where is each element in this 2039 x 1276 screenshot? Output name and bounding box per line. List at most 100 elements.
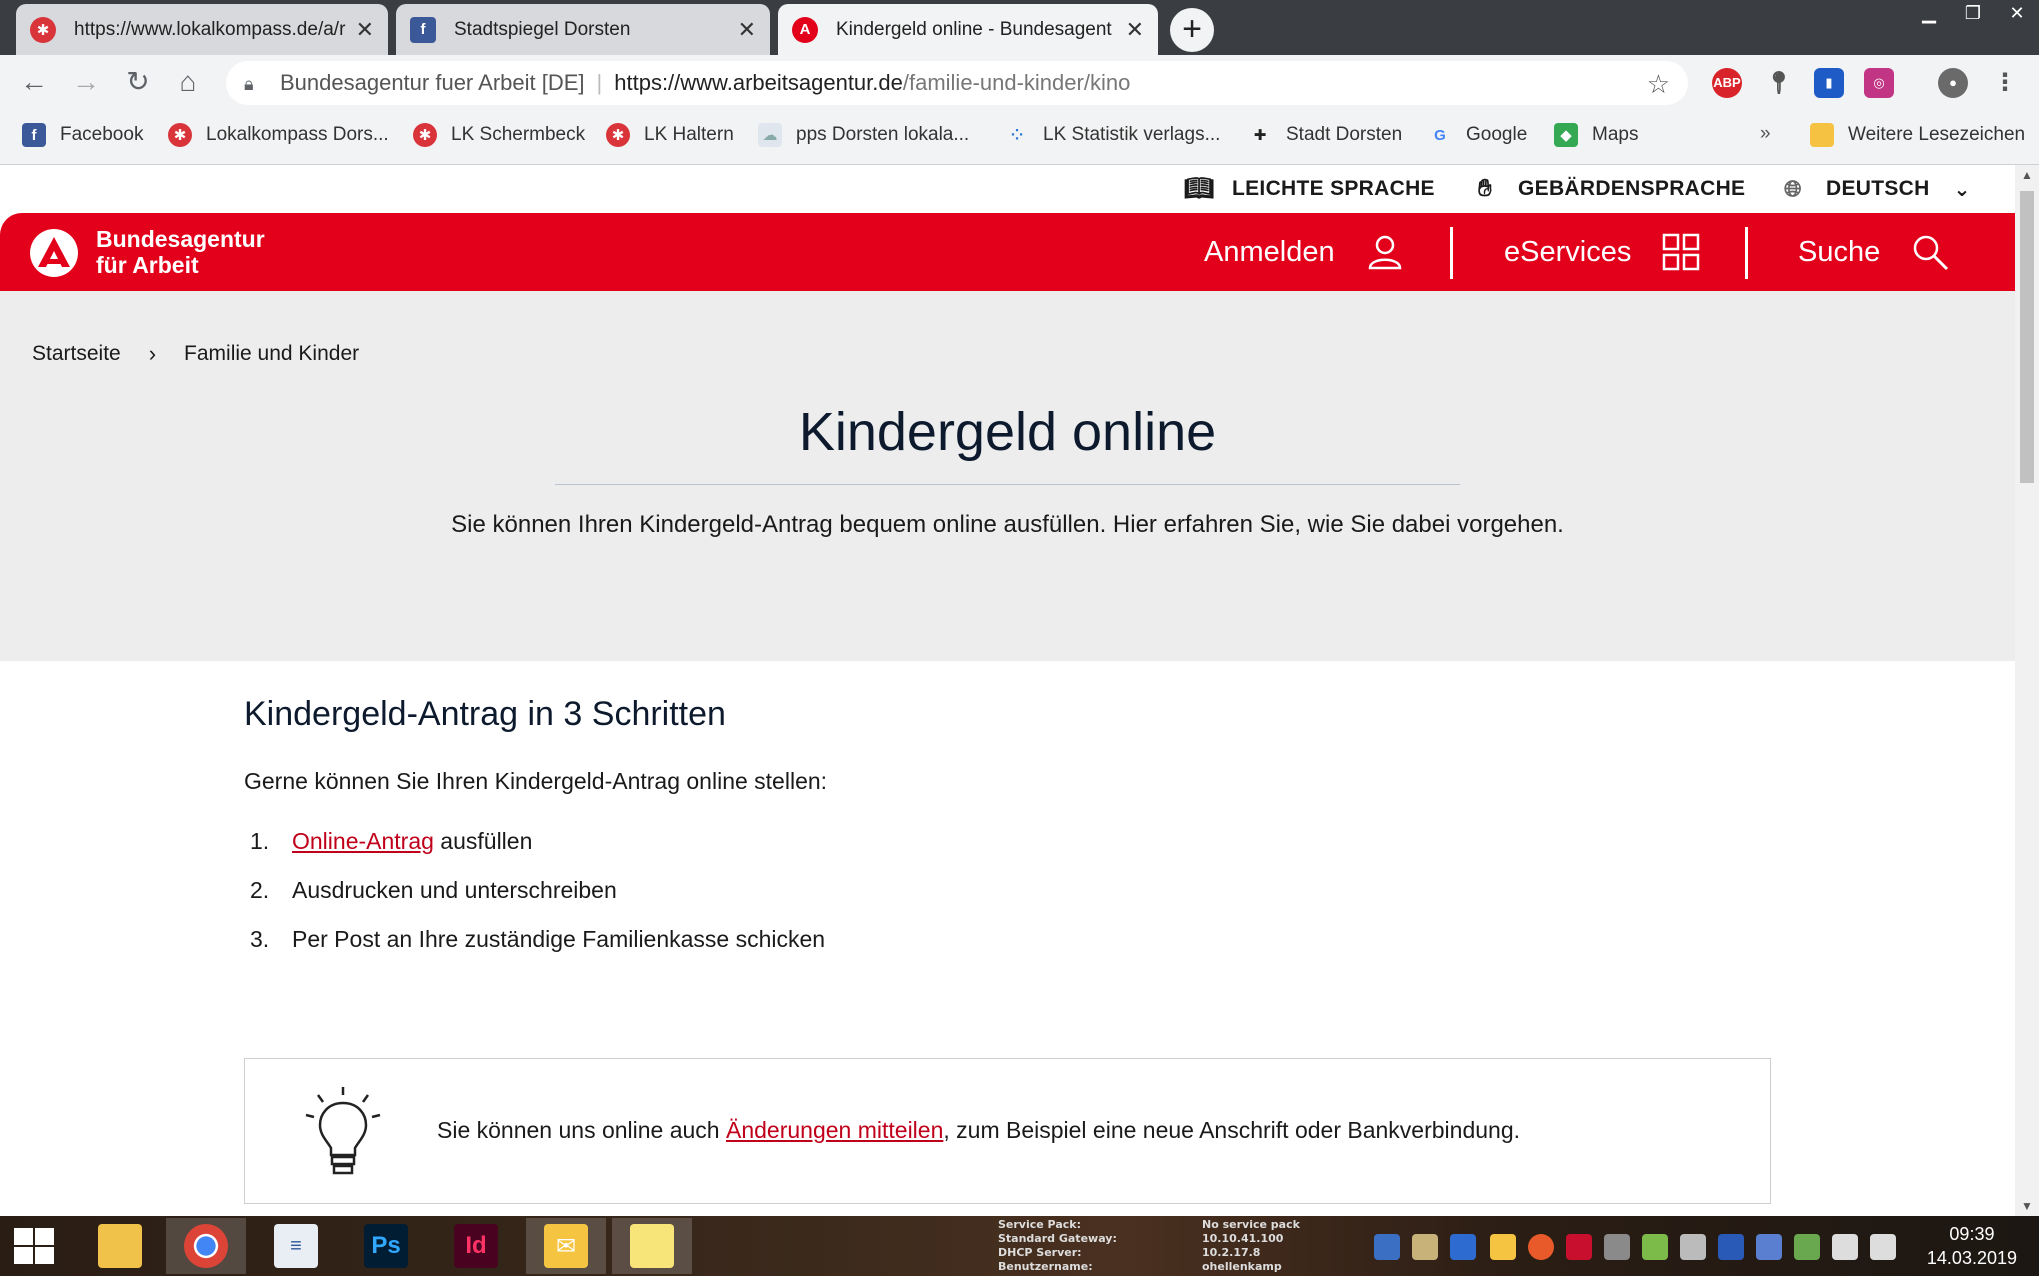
tip-box: Sie können uns online auch Änderungen mi… <box>244 1058 1771 1204</box>
analytics-icon: ⁘ <box>1010 127 1024 144</box>
close-window-icon[interactable]: ✕ <box>1995 0 2039 28</box>
clock-date: 14.03.2019 <box>1926 1248 2017 1268</box>
restore-icon[interactable]: ❐ <box>1951 0 1995 28</box>
sysinfo-label: Benutzername: <box>998 1260 1093 1273</box>
bookmark-lokalkompass[interactable]: ✱ Lokalkompass Dors... <box>168 123 389 147</box>
sysinfo-label: Standard Gateway: <box>998 1232 1117 1245</box>
breadcrumb-current: Familie und Kinder <box>184 342 360 365</box>
tool-icon[interactable] <box>1412 1234 1438 1260</box>
address-bar[interactable]: 🔒︎ Bundesagentur fuer Arbeit [DE] | http… <box>226 61 1688 105</box>
bookmark-star-icon[interactable]: ☆ <box>1647 69 1670 100</box>
bookmark-facebook[interactable]: f Facebook <box>22 123 143 147</box>
bookmark-lk-statistik[interactable]: ⁘ LK Statistik verlags... <box>1005 123 1221 147</box>
tip-text: Sie können uns online auch Änderungen mi… <box>437 1117 1520 1144</box>
address-separator: | <box>596 70 603 95</box>
logo-line-2: für Arbeit <box>96 252 199 278</box>
security-shield-icon[interactable] <box>1566 1234 1592 1260</box>
bookmark-lk-haltern[interactable]: ✱ LK Haltern <box>606 123 734 147</box>
list-item: 1. Online-Antrag ausfüllen <box>244 817 1774 866</box>
scroll-up-icon[interactable]: ▲ <box>2015 165 2039 185</box>
photoshop-button[interactable]: Ps <box>346 1218 426 1274</box>
sync-icon[interactable] <box>1450 1234 1476 1260</box>
scroll-down-icon[interactable]: ▼ <box>2015 1196 2039 1216</box>
notes-icon <box>630 1224 674 1268</box>
adblock-plus-icon[interactable]: ABP <box>1712 68 1742 98</box>
folder-icon <box>98 1224 142 1268</box>
outlook-tray-icon[interactable] <box>1490 1234 1516 1260</box>
step-number: 2. <box>250 877 270 903</box>
changes-link[interactable]: Änderungen mitteilen <box>726 1117 943 1143</box>
logo-text[interactable]: Bundesagentur für Arbeit <box>96 226 265 278</box>
notepad-button[interactable]: ≡ <box>256 1218 336 1274</box>
new-tab-button[interactable]: + <box>1170 8 1214 52</box>
page-scrollbar[interactable]: ▲ ▼ <box>2015 165 2039 1216</box>
indesign-button[interactable]: Id <box>436 1218 516 1274</box>
browser-menu-icon[interactable]: ⋮ <box>1990 68 2020 98</box>
browser-tab-kindergeld[interactable]: A Kindergeld online - Bundesagent ✕ <box>778 4 1158 55</box>
eservices-button[interactable]: eServices <box>1504 213 1701 291</box>
bookmark-lk-schermbeck[interactable]: ✱ LK Schermbeck <box>413 123 585 147</box>
bookmark-stadt-dorsten[interactable]: ✚ Stadt Dorsten <box>1248 123 1402 147</box>
minimize-icon[interactable]: ▁ <box>1907 0 1951 28</box>
title-divider <box>555 484 1460 485</box>
profile-avatar-icon[interactable]: ● <box>1938 68 1968 98</box>
close-tab-icon[interactable]: ✕ <box>356 17 374 43</box>
step-text: Per Post an Ihre zuständige Familienkass… <box>292 926 826 952</box>
browser-tab-lokalkompass[interactable]: ✱ https://www.lokalkompass.de/a/r ✕ <box>16 4 388 55</box>
close-tab-icon[interactable]: ✕ <box>738 17 756 43</box>
outlook-button[interactable]: ✉ <box>526 1218 606 1274</box>
chrome-button[interactable] <box>166 1218 246 1274</box>
breadcrumb-home-link[interactable]: Startseite <box>32 342 121 366</box>
tab-title: Stadtspiegel Dorsten <box>454 18 631 40</box>
volume-icon[interactable] <box>1870 1234 1896 1260</box>
network-user-icon[interactable] <box>1374 1234 1400 1260</box>
lifebuoy-icon[interactable] <box>1528 1234 1554 1260</box>
home-icon[interactable]: ⌂ <box>170 65 206 101</box>
login-button[interactable]: Anmelden <box>1204 213 1405 291</box>
scroll-thumb[interactable] <box>2020 191 2034 483</box>
language-selector[interactable]: 🌐︎ DEUTSCH ⌄ <box>1778 174 1971 204</box>
m-app-icon[interactable] <box>1718 1234 1744 1260</box>
lock-icon: 🔒︎ <box>244 74 254 94</box>
tab-title: Kindergeld online - Bundesagent <box>836 18 1112 40</box>
step-number: 3. <box>250 926 270 952</box>
location-pin-icon[interactable]: 📍︎ <box>1764 68 1794 98</box>
easy-language-icon: 📖︎ <box>1184 175 1215 202</box>
remote-user-icon[interactable] <box>1756 1234 1782 1260</box>
sign-language-link[interactable]: ✋︎ GEBÄRDENSPRACHE <box>1470 174 1745 204</box>
disabled-network-icon[interactable] <box>1604 1234 1630 1260</box>
close-tab-icon[interactable]: ✕ <box>1126 17 1144 43</box>
bookmark-google[interactable]: G Google <box>1428 123 1527 147</box>
back-arrow-icon[interactable]: ← <box>16 65 52 101</box>
online-antrag-link[interactable]: Online-Antrag <box>292 828 434 854</box>
document-icon: ≡ <box>274 1224 318 1268</box>
sticky-notes-button[interactable] <box>612 1218 692 1274</box>
tab-title: https://www.lokalkompass.de/a/r <box>74 18 346 40</box>
file-explorer-button[interactable] <box>80 1218 160 1274</box>
satellite-icon[interactable] <box>1680 1234 1706 1260</box>
network-icon[interactable] <box>1832 1234 1858 1260</box>
easy-language-link[interactable]: 📖︎ LEICHTE SPRACHE <box>1184 174 1435 204</box>
sign-language-label: GEBÄRDENSPRACHE <box>1518 177 1746 200</box>
bookmark-maps[interactable]: ◆ Maps <box>1554 123 1638 147</box>
bookmark-pps-dorsten[interactable]: ☁ pps Dorsten lokala... <box>758 123 969 147</box>
browser-tab-stadtspiegel[interactable]: f Stadtspiegel Dorsten ✕ <box>396 4 770 55</box>
lokalkompass-icon: ✱ <box>413 123 437 147</box>
lokalkompass-favicon-icon: ✱ <box>30 16 56 43</box>
window-controls: ▁ ❐ ✕ <box>1907 0 2039 28</box>
bookmark-extension-icon[interactable]: ▮ <box>1814 68 1844 98</box>
backup-icon[interactable] <box>1642 1234 1668 1260</box>
forward-arrow-icon[interactable]: → <box>68 65 104 101</box>
system-clock[interactable]: 09:39 14.03.2019 <box>1927 1222 2017 1270</box>
bookmark-other[interactable]: Weitere Lesezeichen <box>1810 123 2025 147</box>
instagram-icon[interactable]: ◎ <box>1864 68 1894 98</box>
reload-icon[interactable]: ↻ <box>120 65 156 101</box>
usb-icon[interactable] <box>1794 1234 1820 1260</box>
sysinfo-label: Service Pack: <box>998 1218 1081 1231</box>
windows-start-icon[interactable] <box>12 1226 56 1266</box>
sysinfo-values: No service pack 10.10.41.100 10.2.17.8 o… <box>1202 1218 1300 1274</box>
arbeitsagentur-logo-icon[interactable] <box>30 229 78 277</box>
chevron-down-icon: ⌄ <box>1953 178 1971 201</box>
bookmarks-overflow-icon[interactable]: » <box>1760 123 1771 145</box>
search-button[interactable]: Suche <box>1798 213 1950 291</box>
